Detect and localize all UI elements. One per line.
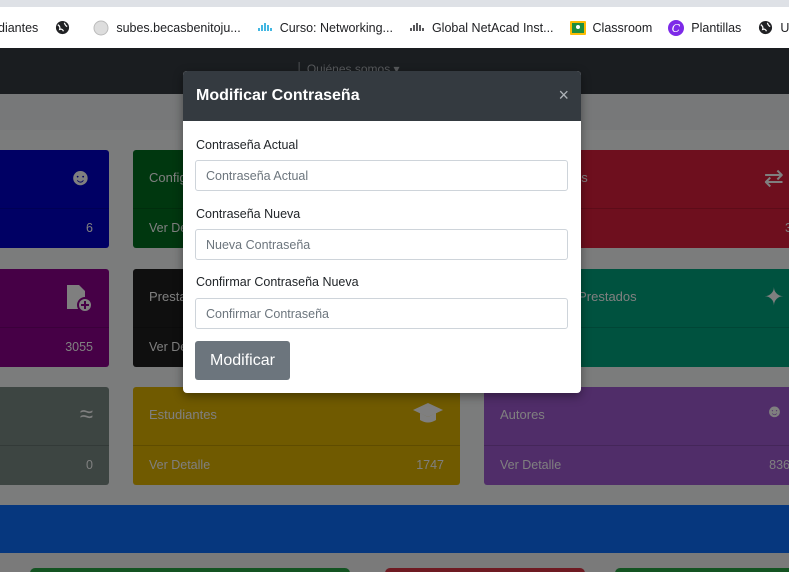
bookmark-label: subes.becasbenitoju... (116, 20, 241, 35)
bookmark-label: Global NetAcad Inst... (431, 20, 554, 35)
cisco-icon (257, 20, 273, 36)
cisco-icon (409, 20, 425, 36)
current-password-label: Contraseña Actual (196, 138, 299, 152)
new-password-label: Contraseña Nueva (196, 207, 301, 221)
new-password-input[interactable] (195, 229, 568, 260)
classroom-icon (569, 20, 586, 36)
globe-icon (757, 20, 773, 36)
bookmark-label: diantes (0, 20, 39, 35)
confirm-password-input[interactable] (195, 298, 568, 329)
bookmark-global-netacad[interactable]: Global NetAcad Inst... (409, 20, 554, 36)
bookmark-label: Curso: Networking... (279, 20, 393, 35)
globe-icon (54, 20, 70, 36)
modificar-button[interactable]: Modificar (195, 341, 290, 380)
close-icon[interactable]: × (558, 85, 569, 105)
svg-text:C: C (672, 22, 681, 35)
bookmark-label: UTPARR (780, 20, 789, 35)
bookmark-estudiantes[interactable]: diantes (0, 21, 38, 35)
bookmark-plantillas[interactable]: C Plantillas (668, 19, 742, 36)
modal-header: Modificar Contraseña × (183, 71, 581, 121)
bookmark-globe[interactable] (54, 20, 77, 36)
canva-icon: C (668, 19, 685, 36)
confirm-password-label: Confirmar Contraseña Nueva (196, 275, 359, 289)
bookmark-classroom[interactable]: Classroom (569, 20, 653, 36)
change-password-modal: Modificar Contraseña × Contraseña Actual… (183, 71, 581, 393)
current-password-input[interactable] (195, 160, 568, 191)
site-icon (93, 20, 109, 36)
bookmark-label: Classroom (592, 20, 653, 35)
bookmark-curso-networking[interactable]: Curso: Networking... (257, 20, 393, 36)
bookmark-utparr[interactable]: UTPARR (757, 20, 789, 36)
bookmarks-bar: diantes subes.becasbenitoju... Curso: Ne… (0, 0, 789, 48)
modal-title: Modificar Contraseña (196, 87, 360, 104)
bookmark-becas[interactable]: subes.becasbenitoju... (93, 20, 241, 36)
bookmark-label: Plantillas (691, 20, 742, 35)
